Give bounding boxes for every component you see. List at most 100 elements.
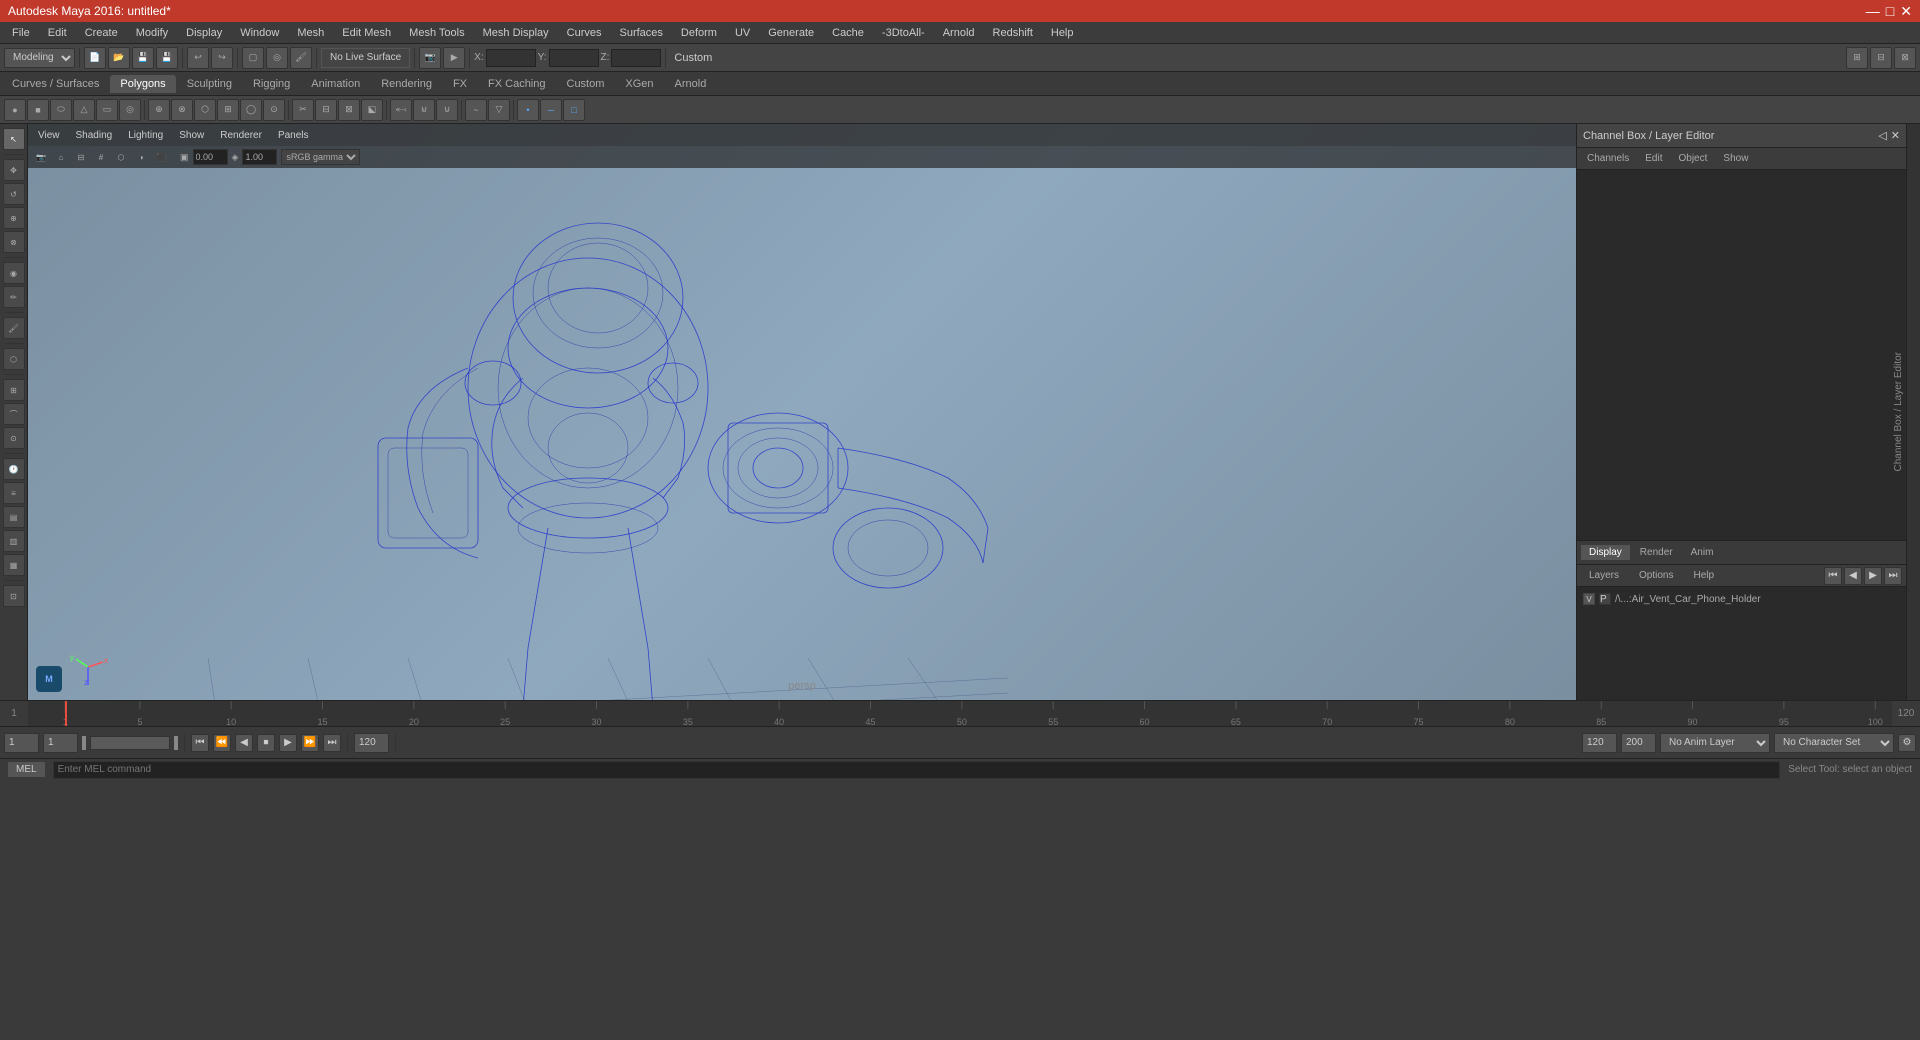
- menu-file[interactable]: File: [4, 25, 38, 41]
- poly-sphere-btn[interactable]: ●: [4, 99, 26, 121]
- split-poly-btn[interactable]: ✂: [292, 99, 314, 121]
- cb-expand-btn[interactable]: ◁: [1878, 129, 1886, 142]
- cb-show-menu[interactable]: Show: [1717, 151, 1754, 166]
- menu-help[interactable]: Help: [1043, 25, 1082, 41]
- menu-window[interactable]: Window: [232, 25, 287, 41]
- title-bar-controls[interactable]: — □ ✕: [1866, 3, 1912, 20]
- no-live-surface-btn[interactable]: No Live Surface: [321, 48, 410, 68]
- minimize-btn[interactable]: —: [1866, 3, 1880, 20]
- tab-polygons[interactable]: Polygons: [110, 75, 175, 93]
- hotbox-btn[interactable]: ⊡: [3, 585, 25, 607]
- menu-uv[interactable]: UV: [727, 25, 758, 41]
- range-right-handle[interactable]: [174, 736, 178, 750]
- save-as-btn[interactable]: 💾: [156, 47, 178, 69]
- render-btn[interactable]: 📷: [419, 47, 441, 69]
- show-manip-btn[interactable]: ⬡: [3, 348, 25, 370]
- layer-row-0[interactable]: V P /\...:Air_Vent_Car_Phone_Holder: [1579, 589, 1904, 609]
- help-sub-tab[interactable]: Help: [1685, 568, 1722, 583]
- layers-sub-tab[interactable]: Layers: [1581, 568, 1627, 583]
- soft-mod-tool[interactable]: ◉: [3, 262, 25, 284]
- layer-vis-0[interactable]: V: [1583, 593, 1595, 605]
- bevel-btn[interactable]: ⬡: [194, 99, 216, 121]
- play-forward-to-end[interactable]: ⏭: [323, 734, 341, 752]
- menu-edit[interactable]: Edit: [40, 25, 75, 41]
- maximize-btn[interactable]: □: [1886, 3, 1894, 20]
- poly-cone-btn[interactable]: △: [73, 99, 95, 121]
- cb-object-menu[interactable]: Object: [1673, 151, 1714, 166]
- slide-edge-btn[interactable]: ⬕: [361, 99, 383, 121]
- tab-custom[interactable]: Custom: [557, 75, 615, 93]
- menu-mesh-tools[interactable]: Mesh Tools: [401, 25, 472, 41]
- channel-box-label[interactable]: Channel Box / Layer Editor: [1893, 352, 1904, 472]
- play-stop[interactable]: ⏹: [257, 734, 275, 752]
- vp-menu-view[interactable]: View: [34, 128, 64, 143]
- range-start-field[interactable]: 1: [4, 733, 39, 753]
- tab-curves-surfaces[interactable]: Curves / Surfaces: [2, 75, 109, 93]
- undo-btn[interactable]: ↩: [187, 47, 209, 69]
- scale-tool[interactable]: ⊕: [3, 207, 25, 229]
- tab-sculpting[interactable]: Sculpting: [177, 75, 242, 93]
- sculpt-tool[interactable]: ✏: [3, 286, 25, 308]
- cb-channels-menu[interactable]: Channels: [1581, 151, 1635, 166]
- range-end-field[interactable]: 120: [354, 733, 389, 753]
- menu-redshift[interactable]: Redshift: [985, 25, 1041, 41]
- anim-range-end[interactable]: 200: [1621, 733, 1656, 753]
- menu-create[interactable]: Create: [77, 25, 126, 41]
- smooth-btn[interactable]: ~: [465, 99, 487, 121]
- cb-close-btn[interactable]: ✕: [1891, 129, 1900, 142]
- select-tool-btn[interactable]: ▢: [242, 47, 264, 69]
- menu-3dtoa[interactable]: -3DtoAll-: [874, 25, 933, 41]
- fill-hole-btn[interactable]: ◯: [240, 99, 262, 121]
- extrude-btn[interactable]: ⊕: [148, 99, 170, 121]
- vp-cam-btn[interactable]: 📷: [32, 148, 50, 166]
- layer-back-start[interactable]: ⏮: [1824, 567, 1842, 585]
- redo-btn[interactable]: ↪: [211, 47, 233, 69]
- play-back-to-start[interactable]: ⏮: [191, 734, 209, 752]
- layout-btn-2[interactable]: ⊟: [1870, 47, 1892, 69]
- tab-animation[interactable]: Animation: [301, 75, 370, 93]
- history-btn[interactable]: 🕐: [3, 458, 25, 480]
- vp-texture-btn[interactable]: ⬛: [152, 148, 170, 166]
- poly-cube-btn[interactable]: ■: [27, 99, 49, 121]
- display-layer-btn[interactable]: ▥: [3, 530, 25, 552]
- universal-manip[interactable]: ⊗: [3, 231, 25, 253]
- tab-fx-caching[interactable]: FX Caching: [478, 75, 555, 93]
- gamma-select[interactable]: sRGB gamma: [281, 149, 360, 165]
- reduce-btn[interactable]: ▽: [488, 99, 510, 121]
- vertex-mode-btn[interactable]: •: [517, 99, 539, 121]
- play-back-step[interactable]: ⏪: [213, 734, 231, 752]
- save-file-btn[interactable]: 💾: [132, 47, 154, 69]
- z-input[interactable]: [611, 49, 661, 67]
- range-bar[interactable]: [90, 736, 170, 750]
- range-left-handle[interactable]: [82, 736, 86, 750]
- select-tool[interactable]: ↖: [3, 128, 25, 150]
- snap-point-btn[interactable]: ⊙: [3, 427, 25, 449]
- mel-input[interactable]: [53, 761, 1781, 779]
- layer-ref-0[interactable]: P: [1599, 593, 1611, 605]
- open-file-btn[interactable]: 📂: [108, 47, 130, 69]
- tab-xgen[interactable]: XGen: [615, 75, 663, 93]
- menu-mesh-display[interactable]: Mesh Display: [475, 25, 557, 41]
- vp-shaded-btn[interactable]: ◑: [132, 148, 150, 166]
- layer-tab-display[interactable]: Display: [1581, 545, 1630, 560]
- face-mode-btn[interactable]: □: [563, 99, 585, 121]
- close-btn[interactable]: ✕: [1900, 3, 1912, 20]
- menu-mesh[interactable]: Mesh: [289, 25, 332, 41]
- menu-cache[interactable]: Cache: [824, 25, 872, 41]
- tab-fx[interactable]: FX: [443, 75, 477, 93]
- layer-fwd[interactable]: ▶: [1864, 567, 1882, 585]
- menu-arnold[interactable]: Arnold: [935, 25, 983, 41]
- render-layer-btn[interactable]: ▤: [3, 506, 25, 528]
- menu-curves[interactable]: Curves: [559, 25, 610, 41]
- cb-edit-menu[interactable]: Edit: [1639, 151, 1668, 166]
- menu-deform[interactable]: Deform: [673, 25, 725, 41]
- tab-arnold[interactable]: Arnold: [665, 75, 717, 93]
- anim-layer-dropdown[interactable]: No Anim Layer: [1660, 733, 1770, 753]
- options-sub-tab[interactable]: Options: [1631, 568, 1681, 583]
- play-forward-step[interactable]: ⏩: [301, 734, 319, 752]
- tab-rendering[interactable]: Rendering: [371, 75, 442, 93]
- anim-range-start[interactable]: [1582, 733, 1617, 753]
- play-forward[interactable]: ▶: [279, 734, 297, 752]
- timeline-playhead[interactable]: [65, 701, 67, 726]
- offset-loop-btn[interactable]: ⊠: [338, 99, 360, 121]
